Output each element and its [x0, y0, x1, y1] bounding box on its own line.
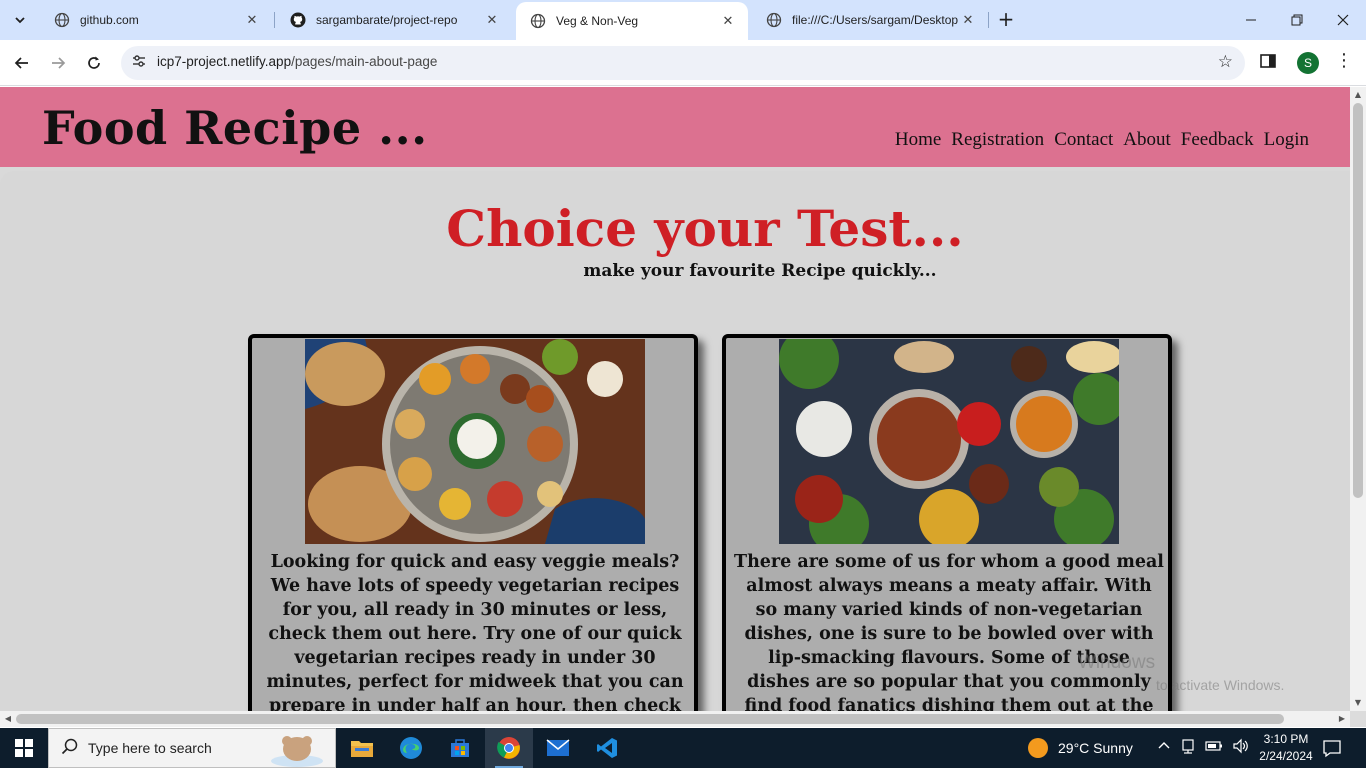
browser-toolbar: icp7-project.netlify.app/pages/main-abou…	[0, 40, 1366, 86]
activate-windows-watermark-title: Windows	[1078, 652, 1156, 673]
browser-menu-kebab-icon[interactable]: ⋮	[1334, 50, 1354, 76]
nav-registration[interactable]: Registration	[951, 129, 1044, 151]
browser-tab-strip: github.com ✕ sargambarate/project-repo ✕…	[0, 0, 1366, 40]
tab-search-chevron-icon[interactable]	[6, 6, 34, 34]
bookmark-star-icon[interactable]: ☆	[1218, 52, 1233, 72]
taskbar-search-box[interactable]: Type here to search	[48, 728, 336, 768]
taskbar-clock[interactable]: 3:10 PM 2/24/2024	[1258, 731, 1314, 765]
nav-contact[interactable]: Contact	[1054, 129, 1113, 151]
veg-card-text: Looking for quick and easy veggie meals?…	[266, 552, 684, 711]
chevron-up-icon[interactable]	[1157, 739, 1171, 758]
horizontal-scroll-thumb[interactable]	[16, 714, 1284, 724]
clock-time: 3:10 PM	[1263, 732, 1309, 746]
tab-title: file:///C:/Users/sargam/Desktop	[792, 13, 958, 27]
reload-icon[interactable]	[79, 48, 109, 78]
url-domain: icp7-project.netlify.app	[157, 54, 292, 69]
weather-widget[interactable]: 29°C Sunny	[1028, 728, 1133, 768]
mail-icon[interactable]	[534, 728, 582, 768]
scroll-right-arrow-icon[interactable]: ▶	[1337, 714, 1347, 724]
volume-icon[interactable]	[1232, 738, 1250, 759]
notification-icon[interactable]	[1322, 738, 1342, 758]
edge-browser-icon[interactable]	[387, 728, 435, 768]
github-icon	[290, 12, 306, 28]
nav-feedback[interactable]: Feedback	[1181, 129, 1254, 151]
scroll-up-arrow-icon[interactable]: ▲	[1353, 90, 1363, 100]
tab-local-file[interactable]: file:///C:/Users/sargam/Desktop ✕	[752, 0, 988, 40]
tab-title: github.com	[80, 13, 139, 27]
microsoft-store-icon[interactable]	[436, 728, 484, 768]
back-arrow-icon[interactable]	[7, 48, 37, 78]
system-tray-icons	[1157, 728, 1250, 768]
minimize-icon[interactable]	[1228, 0, 1274, 40]
address-bar[interactable]: icp7-project.netlify.app/pages/main-abou…	[121, 46, 1245, 80]
nav-login[interactable]: Login	[1264, 129, 1309, 151]
nonveg-dishes-image[interactable]	[779, 339, 1119, 544]
close-window-icon[interactable]	[1320, 0, 1366, 40]
new-tab-plus-icon[interactable]: +	[994, 8, 1018, 32]
clock-date: 2/24/2024	[1259, 749, 1313, 763]
page-subheadline: make your favourite Recipe quickly...	[583, 261, 937, 281]
horizontal-scrollbar[interactable]: ◀ ▶	[0, 711, 1350, 727]
tab-title: Veg & Non-Veg	[556, 14, 639, 28]
tab-close-icon[interactable]: ✕	[482, 10, 502, 30]
profile-avatar[interactable]: S	[1297, 52, 1319, 74]
globe-icon	[54, 12, 70, 28]
site-nav: Home Registration Contact About Feedback…	[895, 129, 1309, 151]
url-path: /pages/main-about-page	[291, 54, 438, 69]
url-text: icp7-project.netlify.app/pages/main-abou…	[157, 54, 437, 69]
vscode-icon[interactable]	[583, 728, 631, 768]
veg-thali-image[interactable]	[305, 339, 645, 544]
tab-title: sargambarate/project-repo	[316, 13, 458, 27]
search-placeholder: Type here to search	[88, 740, 212, 756]
tab-close-icon[interactable]: ✕	[958, 10, 978, 30]
globe-icon	[766, 12, 782, 28]
file-explorer-icon[interactable]	[338, 728, 386, 768]
globe-icon	[530, 13, 546, 29]
chrome-icon[interactable]	[485, 728, 533, 768]
tab-separator	[274, 12, 275, 28]
site-brand[interactable]: Food Recipe ...	[42, 101, 428, 155]
forward-arrow-icon[interactable]	[43, 48, 73, 78]
side-panel-icon[interactable]	[1259, 52, 1281, 74]
nav-about[interactable]: About	[1123, 129, 1171, 151]
windows-taskbar: Type here to search 29°C Sunny 3:10 PM 2…	[0, 728, 1366, 768]
site-info-tune-icon[interactable]	[129, 53, 149, 73]
main-content: Choice your Test... make your favourite …	[0, 171, 1350, 711]
windows-start-icon[interactable]	[0, 728, 48, 768]
nav-home[interactable]: Home	[895, 129, 941, 151]
tab-github[interactable]: github.com ✕	[40, 0, 272, 40]
search-highlight-art	[269, 731, 325, 767]
restore-icon[interactable]	[1274, 0, 1320, 40]
weather-text: 29°C Sunny	[1058, 740, 1133, 756]
sun-icon	[1028, 738, 1048, 758]
scroll-left-arrow-icon[interactable]: ◀	[3, 714, 13, 724]
scroll-corner	[1350, 711, 1366, 727]
tab-veg-nonveg[interactable]: Veg & Non-Veg ✕	[516, 2, 748, 40]
tab-github-repo[interactable]: sargambarate/project-repo ✕	[276, 0, 512, 40]
scroll-down-arrow-icon[interactable]: ▼	[1353, 698, 1363, 708]
battery-icon[interactable]	[1205, 739, 1223, 758]
page-headline: Choice your Test...	[446, 199, 964, 258]
tab-close-icon[interactable]: ✕	[242, 10, 262, 30]
nonveg-card-text: There are some of us for whom a good mea…	[734, 552, 1164, 711]
search-icon	[61, 738, 78, 759]
veg-recipe-card[interactable]: Looking for quick and easy veggie meals?…	[248, 334, 698, 711]
activate-windows-watermark-sub: to activate Windows.	[1156, 677, 1285, 693]
tab-separator	[988, 12, 989, 28]
page-viewport: Food Recipe ... Home Registration Contac…	[0, 87, 1350, 711]
network-icon[interactable]	[1180, 738, 1196, 759]
tab-close-icon[interactable]: ✕	[718, 11, 738, 31]
vertical-scrollbar[interactable]: ▲ ▼	[1350, 87, 1366, 711]
vertical-scroll-thumb[interactable]	[1353, 103, 1363, 498]
site-header: Food Recipe ... Home Registration Contac…	[0, 87, 1350, 167]
